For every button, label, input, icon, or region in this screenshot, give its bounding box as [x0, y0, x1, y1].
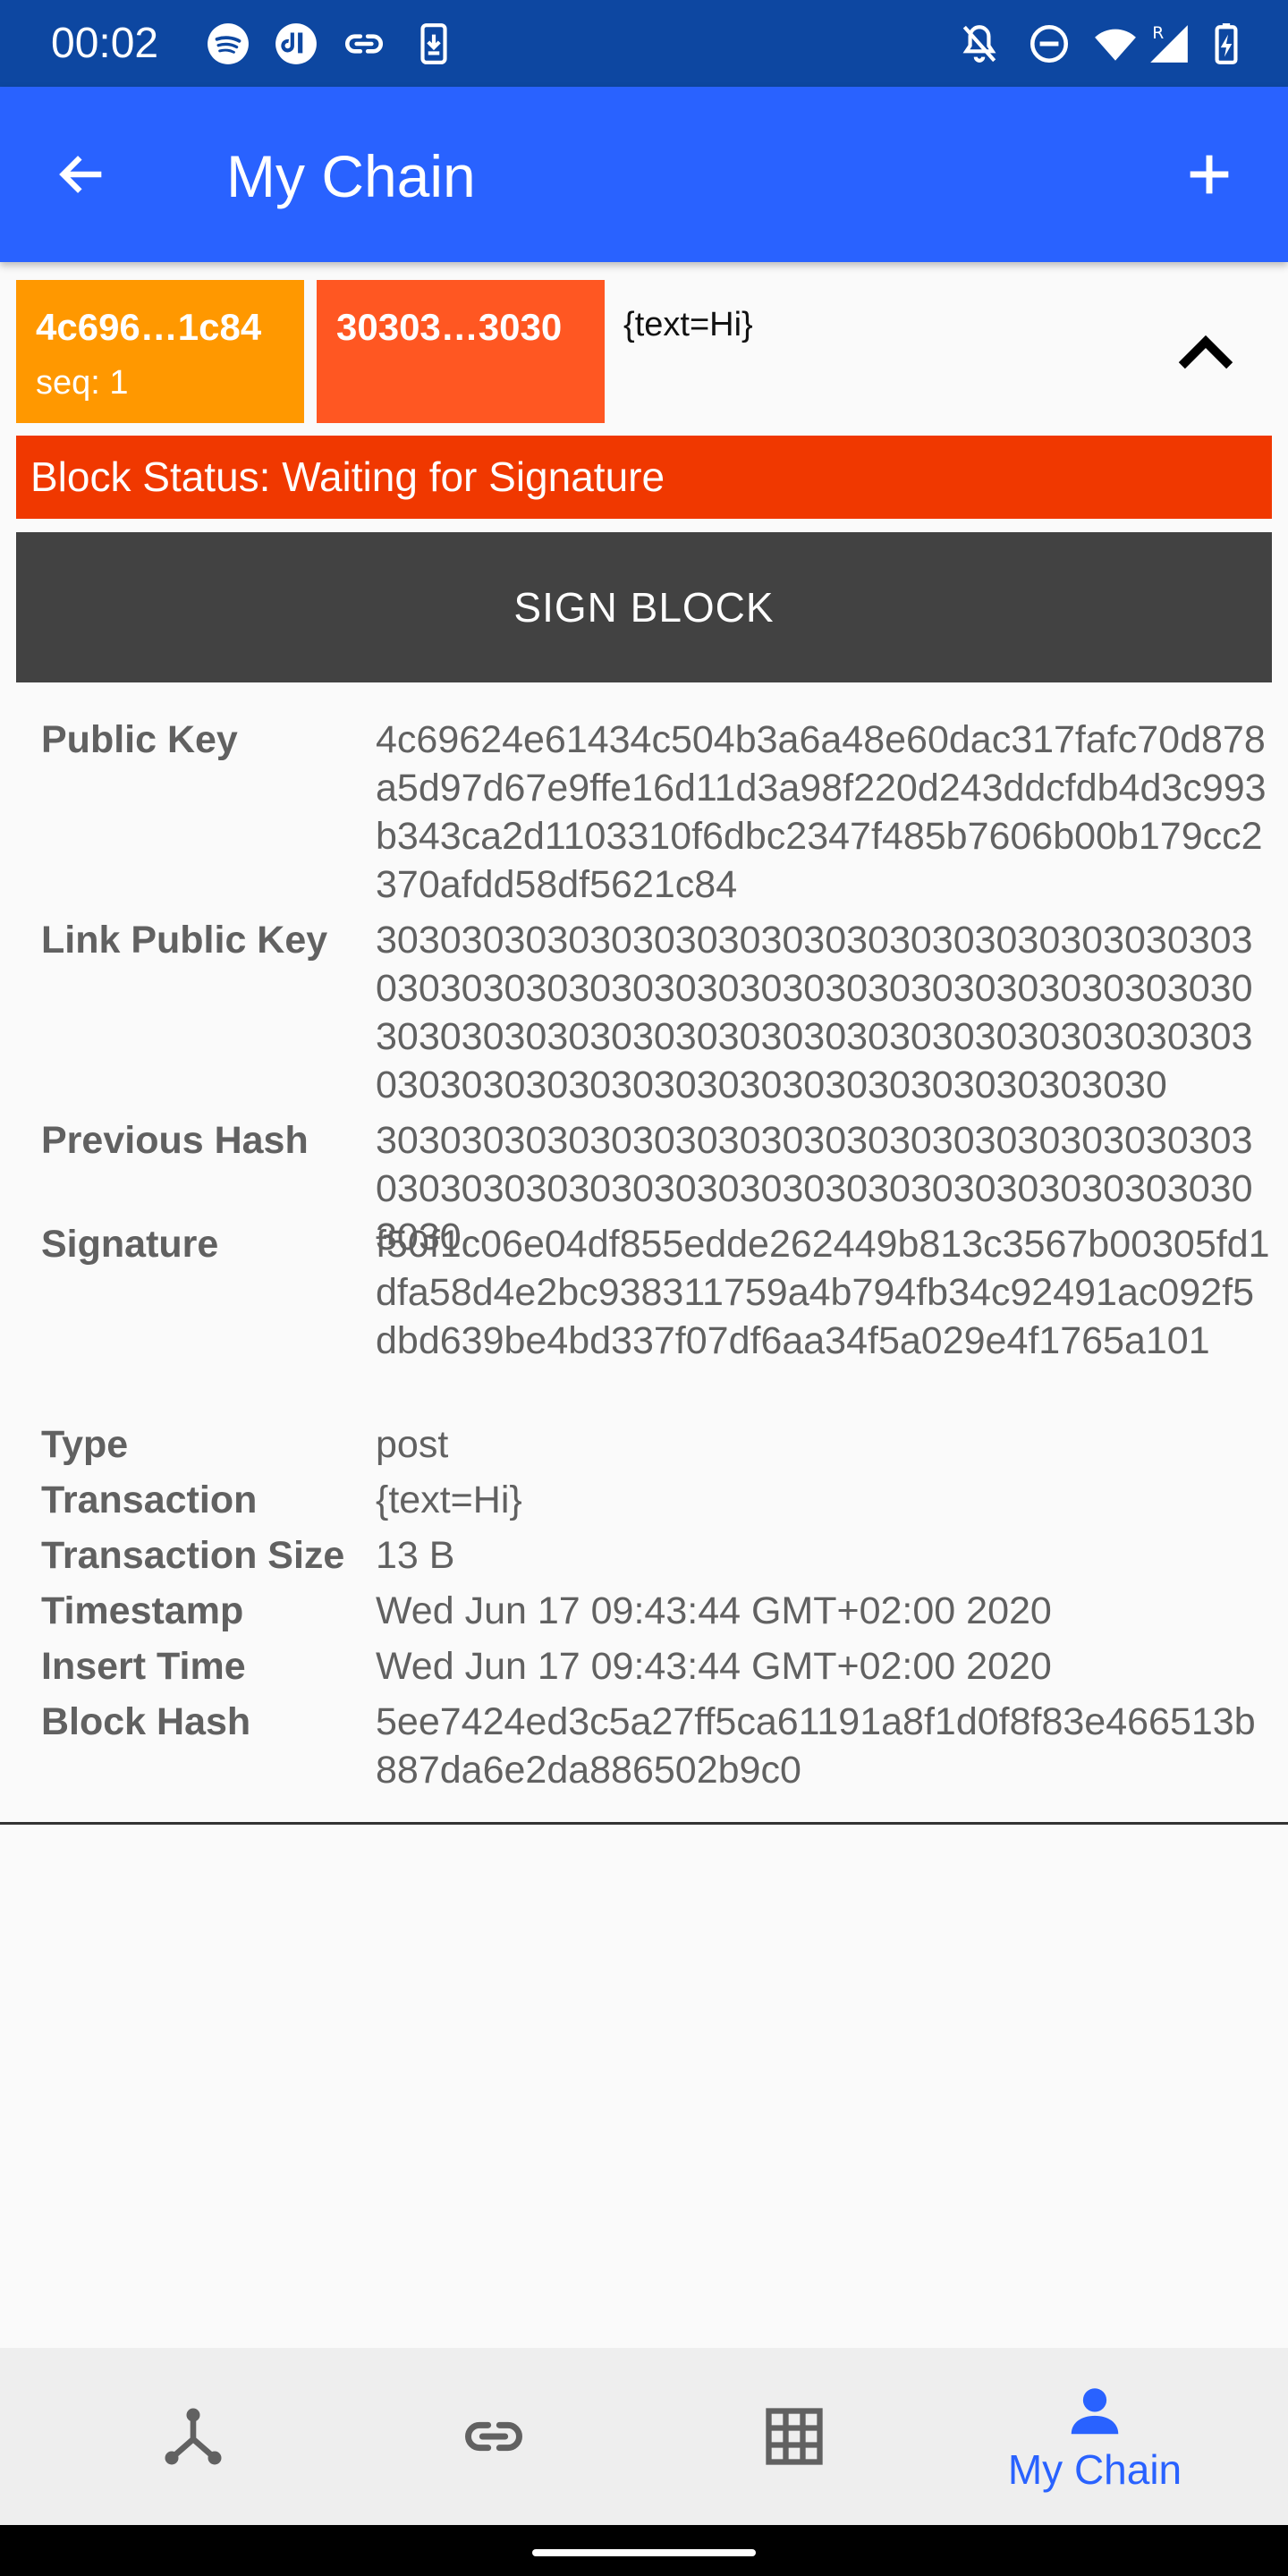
status-bar: 00:02 R	[0, 0, 1288, 87]
detail-value: post	[376, 1423, 449, 1466]
collapse-button[interactable]	[1163, 315, 1249, 386]
detail-value: 4c69624e61434c504b3a6a48e60dac317fafc70d…	[376, 718, 1267, 906]
detail-label: Transaction Size	[41, 1534, 345, 1577]
back-button[interactable]	[39, 131, 125, 217]
public-key-chip: 4c696…1c84 seq: 1	[16, 280, 304, 423]
home-indicator[interactable]	[532, 2549, 756, 2556]
detail-label: Signature	[41, 1223, 219, 1266]
spotify-icon	[204, 20, 252, 68]
add-button[interactable]	[1166, 131, 1252, 217]
detail-label: Link Public Key	[41, 919, 328, 962]
svg-text:R: R	[1152, 24, 1164, 43]
plus-icon	[1190, 155, 1229, 194]
detail-value: {text=Hi}	[376, 1479, 522, 1521]
nav-item-my-chain[interactable]: My Chain	[945, 2348, 1245, 2525]
grid-icon	[766, 2408, 823, 2465]
block-status-banner: Block Status: Waiting for Signature	[16, 436, 1272, 519]
page-title: My Chain	[226, 143, 476, 209]
link-icon	[465, 2421, 522, 2452]
detail-value: f50f1c06e04df855edde262449b813c3567b0030…	[376, 1223, 1270, 1362]
divider	[0, 1822, 1288, 1825]
detail-label: Timestamp	[41, 1589, 244, 1632]
download-icon	[410, 20, 458, 68]
detail-label: Type	[41, 1423, 129, 1466]
detail-value: 5ee7424ed3c5a27ff5ca61191a8f1d0f8f83e466…	[376, 1700, 1256, 1792]
do-not-disturb-icon	[1025, 20, 1073, 68]
chevron-up-icon	[1178, 335, 1233, 369]
nav-item-link[interactable]	[343, 2348, 644, 2525]
sequence-number: seq: 1	[36, 364, 129, 402]
detail-label: Public Key	[41, 718, 238, 761]
detail-value: 13 B	[376, 1534, 455, 1577]
link-icon	[340, 20, 388, 68]
battery-charging-icon	[1202, 20, 1250, 68]
nav-item-grid[interactable]	[644, 2348, 945, 2525]
app-bar: My Chain	[0, 87, 1288, 262]
nav-item-network[interactable]	[43, 2348, 343, 2525]
wifi-icon	[1091, 20, 1140, 68]
bottom-navigation: My Chain	[0, 2348, 1288, 2525]
arrow-back-icon	[59, 156, 102, 193]
detail-label: Block Hash	[41, 1700, 251, 1743]
transaction-preview: {text=Hi}	[623, 306, 753, 343]
detail-value: 3030303030303030303030303030303030303030…	[376, 919, 1253, 1106]
network-icon	[165, 2408, 222, 2465]
detail-label: Previous Hash	[41, 1119, 309, 1162]
detail-label: Insert Time	[41, 1645, 246, 1688]
public-key-short: 4c696…1c84	[36, 306, 262, 348]
notifications-off-icon	[955, 20, 1004, 68]
app-icon	[272, 20, 320, 68]
sign-block-button[interactable]: SIGN BLOCK	[16, 532, 1272, 682]
person-icon	[1071, 2388, 1119, 2435]
detail-value: Wed Jun 17 09:43:44 GMT+02:00 2020	[376, 1589, 1052, 1632]
detail-label: Transaction	[41, 1479, 258, 1521]
status-time: 00:02	[51, 20, 159, 67]
nav-label-my-chain: My Chain	[1007, 2446, 1182, 2493]
signal-roaming-icon: R	[1145, 20, 1193, 68]
detail-value: Wed Jun 17 09:43:44 GMT+02:00 2020	[376, 1645, 1052, 1688]
link-key-chip: 30303…3030	[317, 280, 605, 423]
link-key-short: 30303…3030	[336, 306, 563, 348]
